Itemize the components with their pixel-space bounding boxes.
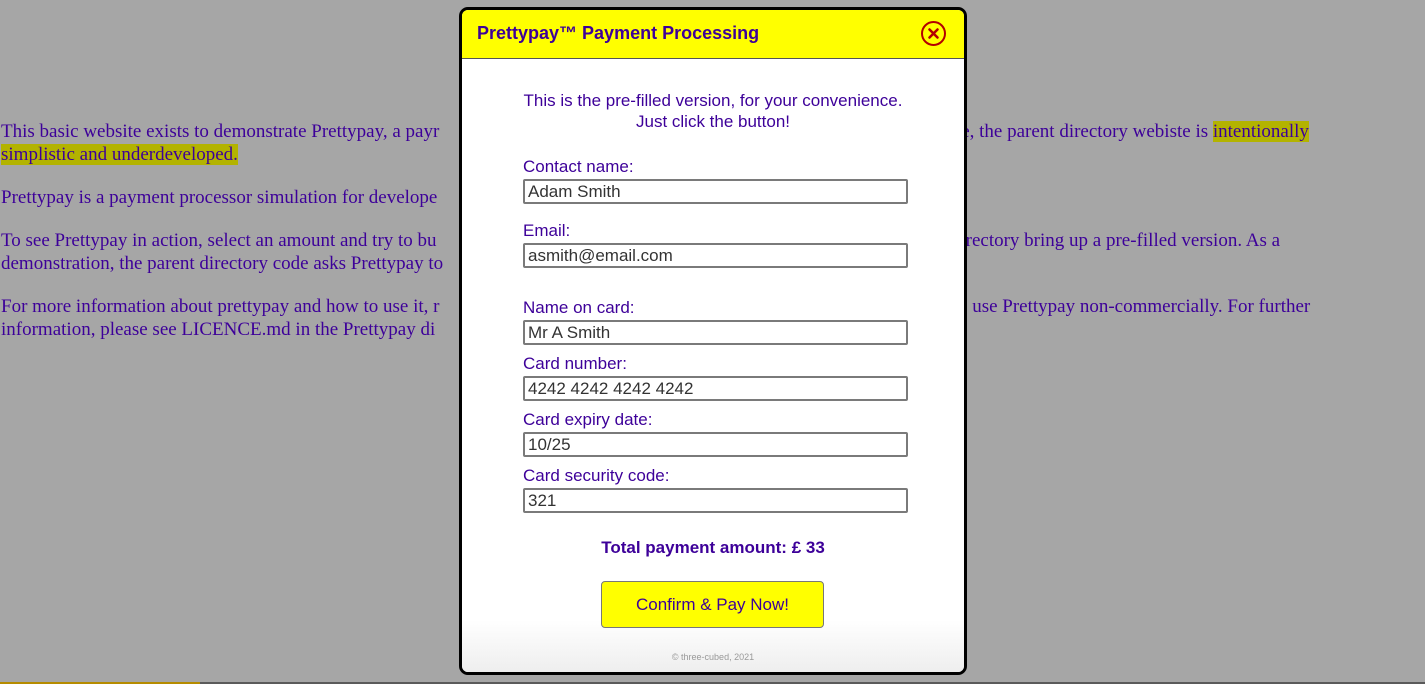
email-field[interactable] (523, 243, 908, 268)
confirm-pay-button[interactable]: Confirm & Pay Now! (601, 581, 824, 628)
paragraph-text: demonstration, the parent directory code… (1, 253, 444, 274)
highlighted-text: simplistic and underdeveloped (1, 144, 234, 165)
card-expiry-label: Card expiry date: (523, 410, 653, 429)
paragraph-text: e to use Prettypay non-commercially. For… (939, 296, 1311, 317)
card-number-field[interactable] (523, 376, 908, 401)
intro-text: This is the pre-filled version, for your… (462, 90, 964, 132)
paragraph-text: To see Prettypay in action, select an am… (1, 230, 437, 251)
card-number-label: Card number: (523, 354, 627, 373)
close-button[interactable] (921, 21, 946, 46)
paragraph-text: Prettypay is a payment processor simulat… (1, 187, 438, 208)
paragraph-text: For more information about prettypay and… (1, 296, 440, 317)
contact-name-label: Contact name: (523, 157, 634, 176)
paragraph-text: rent directory bring up a pre-filled ver… (916, 230, 1281, 251)
modal-title: Prettypay™ Payment Processing (477, 23, 760, 43)
modal-header: Prettypay™ Payment Processing (462, 10, 964, 59)
contact-name-field[interactable] (523, 179, 908, 204)
name-on-card-field[interactable] (523, 320, 908, 345)
copyright-footer: © three-cubed, 2021 (671, 652, 755, 662)
name-on-card-label: Name on card: (523, 298, 635, 317)
highlighted-text: intentionally (1212, 121, 1309, 142)
intro-line: This is the pre-filled version, for your… (523, 91, 903, 110)
card-expiry-field[interactable] (523, 432, 908, 457)
payment-modal: Prettypay™ Payment Processing This is th… (459, 7, 967, 675)
total-amount: Total payment amount: £ 33 (601, 538, 825, 557)
card-security-field[interactable] (523, 488, 908, 513)
paragraph-text: This basic website exists to demonstrate… (1, 121, 440, 142)
paragraph-text: information, please see LICENCE.md in th… (1, 319, 436, 340)
intro-line: Just click the button! (635, 112, 791, 131)
email-label: Email: (523, 221, 571, 240)
close-icon (928, 28, 939, 39)
card-security-label: Card security code: (523, 466, 670, 485)
paragraph-text: ose, the parent directory webiste is (944, 121, 1213, 142)
